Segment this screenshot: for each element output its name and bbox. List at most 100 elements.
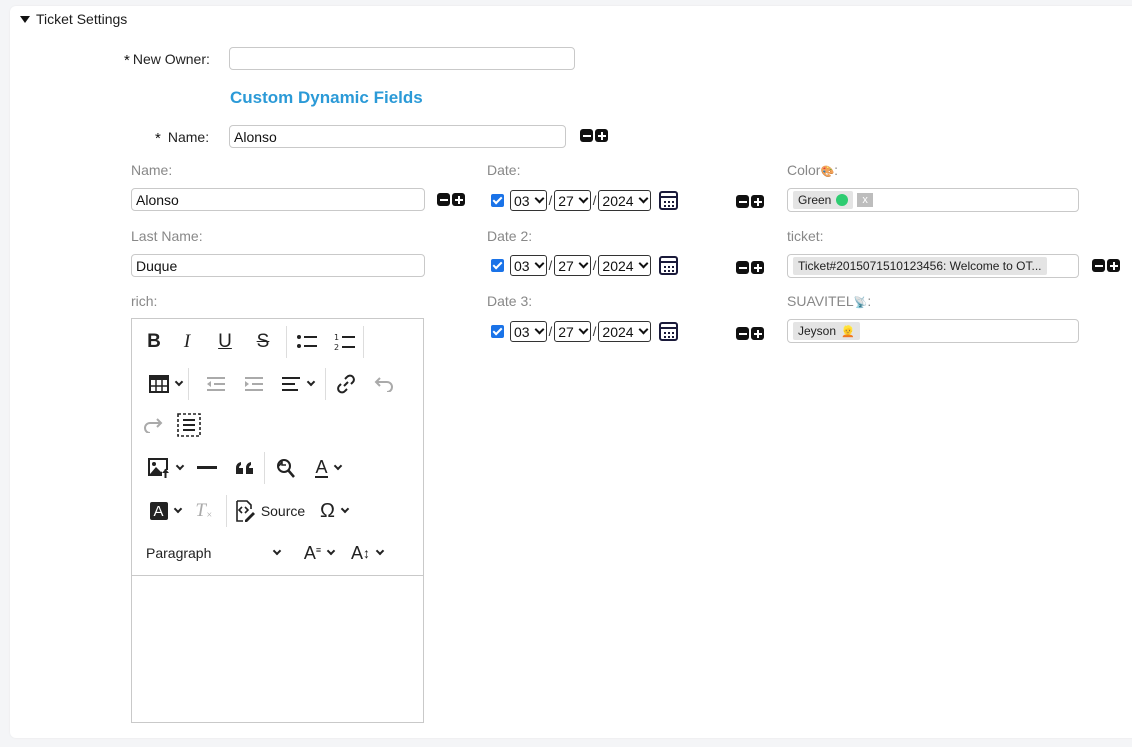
date-checkbox[interactable] (491, 194, 504, 207)
date3-checkbox[interactable] (491, 325, 504, 338)
new-owner-label: New Owner: (132, 50, 210, 67)
chevron-down-icon (340, 504, 350, 514)
chevron-down-icon (578, 258, 589, 269)
find-replace-icon (277, 459, 295, 478)
toolbar-row-5: A T × Source Ω (142, 495, 357, 527)
suavitel-multiselect[interactable]: Jeyson 👱 (787, 319, 1079, 343)
table-icon (148, 375, 169, 393)
name-input[interactable] (131, 188, 425, 211)
chevron-down-icon (306, 377, 315, 387)
redo-button[interactable] (142, 410, 164, 440)
remove-icon[interactable] (580, 129, 593, 142)
date-day-select[interactable]: 27 (554, 190, 591, 211)
text-alignment-button[interactable] (273, 369, 321, 399)
date-year-select[interactable]: 2024 (598, 190, 651, 211)
chevron-down-icon (638, 324, 649, 335)
toolbar-row-1: B I U S 12 (140, 326, 364, 358)
redo-icon (144, 418, 163, 433)
strikethrough-button[interactable]: S (244, 327, 282, 357)
insert-image-button[interactable] (142, 453, 188, 483)
palette-icon: 🎨 (820, 166, 835, 178)
bold-button[interactable]: B (140, 327, 168, 357)
ticket-settings-toggle[interactable]: Ticket Settings (20, 11, 127, 27)
image-upload-icon (147, 458, 169, 478)
date2-checkbox[interactable] (491, 259, 504, 272)
date3-year-select[interactable]: 2024 (598, 321, 651, 342)
date3-day-select[interactable]: 27 (554, 321, 591, 342)
remove-tag-button[interactable]: x (857, 193, 873, 207)
toolbar-row-2 (142, 368, 402, 400)
horizontal-line-button[interactable] (188, 453, 226, 483)
remove-format-button[interactable]: T × (188, 496, 220, 526)
font-family-button[interactable]: A ≡ (286, 538, 338, 568)
chevron-down-icon (175, 461, 184, 471)
add-icon[interactable] (751, 327, 764, 340)
rich-text-editor: B I U S 12 A A T × Source Ω Paragraph A … (131, 318, 424, 723)
calendar-icon[interactable] (658, 256, 678, 275)
color-label: Color🎨: (787, 162, 839, 178)
outdent-button[interactable] (197, 369, 235, 399)
ticket-tag: Ticket#2015071510123456: Welcome to OT..… (793, 257, 1047, 275)
undo-button[interactable] (366, 369, 402, 399)
font-size-button[interactable]: A ↕ (338, 538, 388, 568)
add-icon[interactable] (595, 129, 608, 142)
add-icon[interactable] (751, 195, 764, 208)
chevron-down-icon (578, 324, 589, 335)
person-icon: 👱 (841, 325, 855, 338)
quote-icon (236, 462, 253, 474)
color-tag: Green (793, 191, 854, 209)
italic-button[interactable]: I (168, 327, 206, 357)
last-name-input[interactable] (131, 254, 425, 277)
color-multiselect[interactable]: Green x (787, 188, 1079, 212)
editor-content-area[interactable] (132, 575, 423, 722)
insert-table-button[interactable] (142, 369, 188, 399)
date2-year-select[interactable]: 2024 (598, 255, 651, 276)
find-replace-button[interactable] (265, 453, 305, 483)
chevron-down-icon (375, 546, 385, 556)
remove-icon[interactable] (736, 195, 749, 208)
date3-month-select[interactable]: 03 (510, 321, 547, 342)
calendar-icon[interactable] (658, 191, 678, 210)
add-icon[interactable] (452, 193, 465, 206)
date2-month-select[interactable]: 03 (510, 255, 547, 276)
date2-picker: 03 / 27 / 2024 (491, 255, 678, 276)
indent-button[interactable] (235, 369, 273, 399)
select-all-button[interactable] (164, 410, 214, 440)
underline-button[interactable]: U (206, 327, 244, 357)
bulleted-list-button[interactable] (287, 327, 327, 357)
remove-format-icon: T (195, 500, 206, 521)
toolbar-row-4: A (142, 452, 351, 484)
background-color-icon: A (149, 502, 168, 520)
satellite-icon: 📡 (853, 297, 868, 309)
indent-icon (245, 377, 263, 391)
font-color-button[interactable]: A (305, 453, 351, 483)
date-month-select[interactable]: 03 (510, 190, 547, 211)
link-button[interactable] (326, 369, 366, 399)
add-icon[interactable] (1107, 259, 1120, 272)
last-name-label: Last Name: (131, 228, 203, 244)
caret-down-icon (20, 15, 30, 23)
remove-icon[interactable] (437, 193, 450, 206)
ticket-label: ticket: (787, 228, 824, 244)
calendar-icon[interactable] (658, 322, 678, 341)
ticket-multiselect[interactable]: Ticket#2015071510123456: Welcome to OT..… (787, 254, 1079, 278)
chevron-down-icon (638, 193, 649, 204)
remove-icon[interactable] (736, 327, 749, 340)
remove-icon[interactable] (1092, 259, 1105, 272)
date2-label: Date 2: (487, 228, 533, 244)
heading-dropdown[interactable]: Paragraph (146, 538, 286, 568)
date-picker: 03 / 27 / 2024 (491, 190, 678, 211)
date3-picker: 03 / 27 / 2024 (491, 321, 678, 342)
new-owner-input[interactable] (229, 47, 575, 70)
add-icon[interactable] (751, 261, 764, 274)
required-name-input[interactable] (229, 125, 566, 148)
special-characters-button[interactable]: Ω (311, 496, 357, 526)
source-button[interactable]: Source (227, 496, 311, 526)
remove-icon[interactable] (736, 261, 749, 274)
numbered-list-button[interactable]: 12 (327, 327, 363, 357)
chevron-down-icon (578, 193, 589, 204)
background-color-button[interactable]: A (142, 496, 188, 526)
new-owner-label-group: * New Owner: (124, 50, 210, 70)
date2-day-select[interactable]: 27 (554, 255, 591, 276)
block-quote-button[interactable] (226, 453, 264, 483)
